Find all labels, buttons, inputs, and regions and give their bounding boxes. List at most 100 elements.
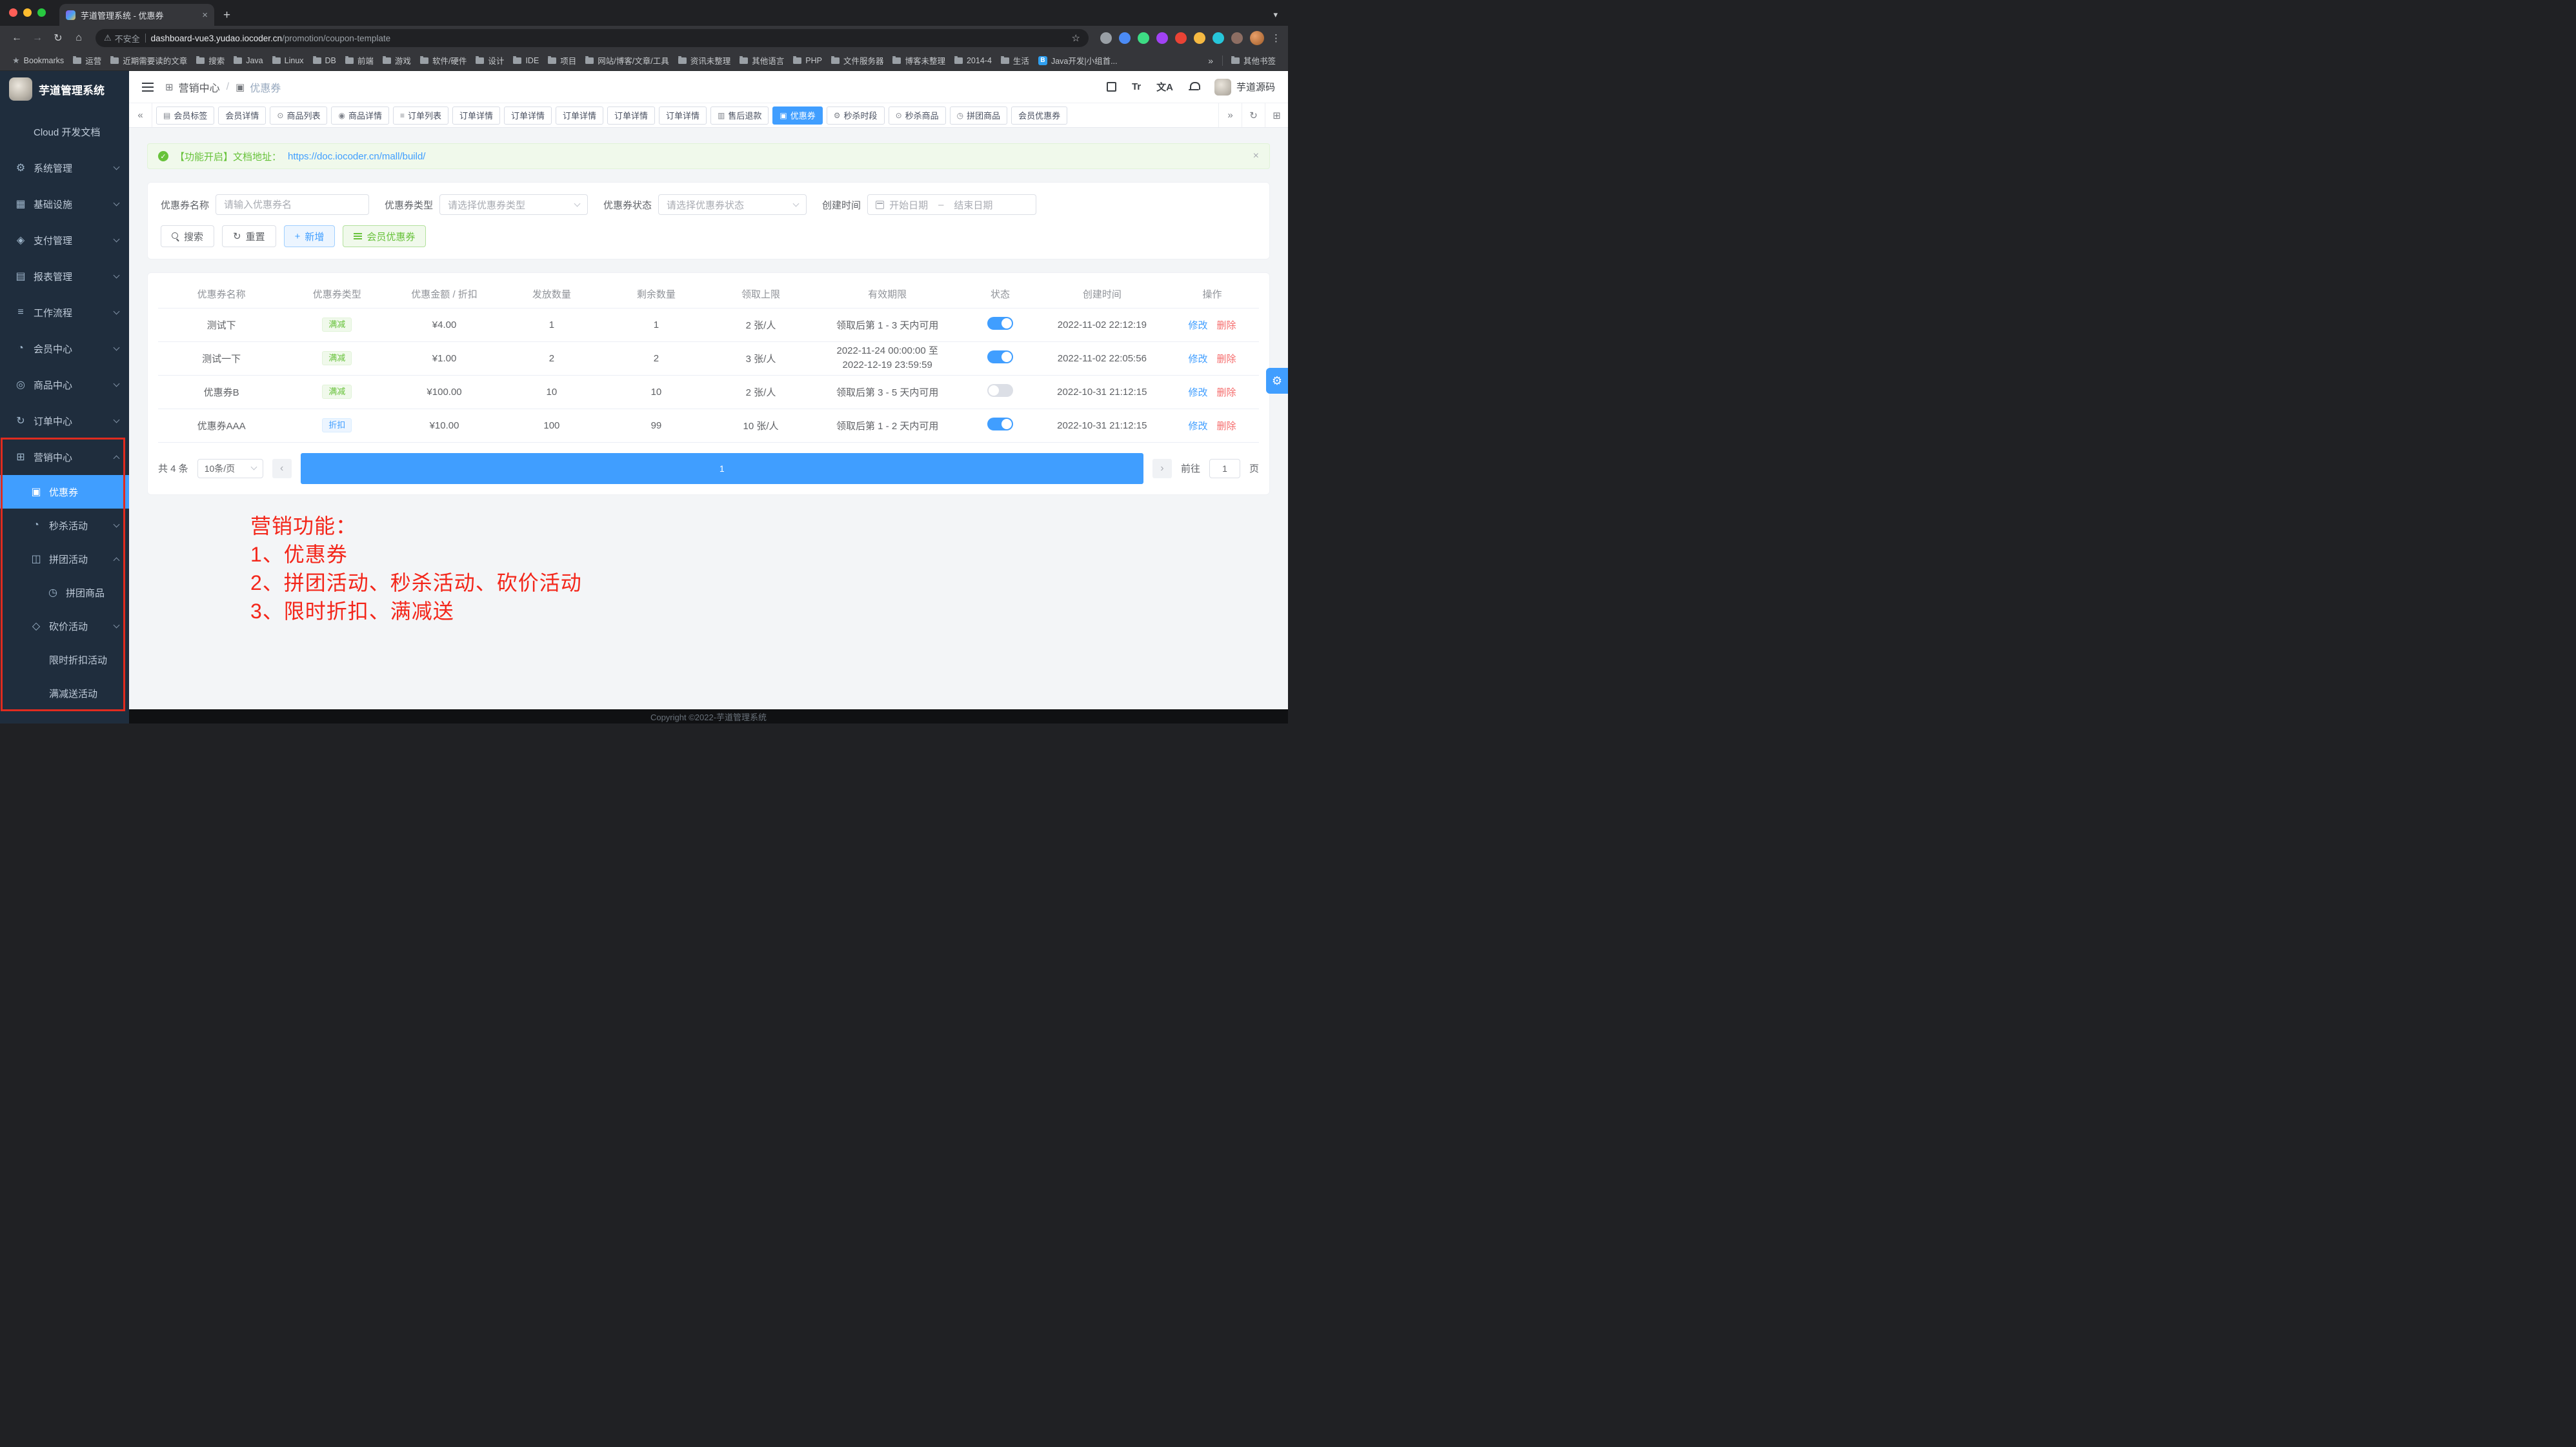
sidebar-item-groupon-product[interactable]: ◷ 拼团商品 (0, 576, 129, 609)
breadcrumb-parent[interactable]: 营销中心 (179, 79, 220, 95)
coupon-name-input[interactable] (216, 194, 369, 215)
sidebar-item-full-reduction[interactable]: 满减送活动 (0, 676, 129, 710)
fullscreen-icon[interactable] (1107, 82, 1116, 92)
settings-gear-button[interactable]: ⚙ (1266, 368, 1288, 394)
bookmark-folder[interactable]: 网站/博客/文章/工具 (581, 54, 673, 66)
url-text[interactable]: dashboard-vue3.yudao.iocoder.cn/promotio… (151, 34, 1067, 43)
status-toggle[interactable] (987, 350, 1013, 363)
delete-link[interactable]: 删除 (1216, 387, 1236, 398)
tag-view-item[interactable]: ⚙ 秒杀时段 (827, 106, 885, 125)
bookmark-folder[interactable]: 博客未整理 (888, 54, 950, 66)
tag-view-item[interactable]: ▣ 优惠券 (772, 106, 822, 125)
search-button[interactable]: 搜索 (161, 225, 214, 247)
tag-view-item[interactable]: 会员详情 (218, 106, 266, 125)
tag-view-item[interactable]: ▥ 售后退款 (710, 106, 769, 125)
tag-view-item[interactable]: 订单详情 (659, 106, 707, 125)
security-warning[interactable]: ⚠ 不安全 (104, 32, 140, 45)
goto-page-input[interactable] (1209, 459, 1240, 478)
extension-icon[interactable] (1194, 32, 1205, 44)
extension-icon[interactable] (1156, 32, 1168, 44)
bookmark-folder[interactable]: 搜索 (192, 54, 229, 66)
bookmark-folder[interactable]: 其他语言 (735, 54, 789, 66)
sidebar-item-time-discount[interactable]: 限时折扣活动 (0, 643, 129, 676)
extension-icon[interactable] (1175, 32, 1187, 44)
page-size-select[interactable]: 10条/页 (197, 459, 263, 478)
tab-search-icon[interactable]: ▾ (1273, 10, 1278, 20)
tag-view-item[interactable]: ≡ 订单列表 (393, 106, 448, 125)
tag-view-item[interactable]: 订单详情 (452, 106, 500, 125)
close-window-button[interactable] (9, 8, 17, 17)
tag-view-item[interactable]: ▤ 会员标签 (156, 106, 214, 125)
coupon-name-field[interactable] (224, 199, 361, 210)
notice-link[interactable]: https://doc.iocoder.cn/mall/build/ (288, 151, 425, 162)
tag-view-item[interactable]: ◉ 商品详情 (331, 106, 389, 125)
tags-scroll-left-icon[interactable]: « (129, 103, 152, 127)
delete-link[interactable]: 删除 (1216, 354, 1236, 365)
sidebar-item-order-center[interactable]: ↻ 订单中心 (0, 403, 129, 439)
sidebar-item-member-center[interactable]: ◔ 会员中心 (0, 330, 129, 367)
tags-scroll-right-icon[interactable]: » (1218, 103, 1242, 127)
status-toggle[interactable] (987, 317, 1013, 330)
bookmark-folder[interactable]: 设计 (471, 54, 508, 66)
language-icon[interactable]: 文A (1156, 80, 1173, 94)
other-bookmarks[interactable]: 其他书签 (1227, 54, 1280, 66)
browser-menu-icon[interactable]: ⋮ (1271, 32, 1280, 44)
profile-avatar[interactable] (1250, 31, 1264, 45)
tag-view-item[interactable]: ◷ 拼团商品 (950, 106, 1008, 125)
coupon-status-select[interactable]: 请选择优惠券状态 (658, 194, 807, 215)
hamburger-icon[interactable] (142, 83, 154, 92)
extension-icon[interactable] (1231, 32, 1243, 44)
bookmark-folder[interactable]: Java (229, 56, 267, 65)
close-tab-icon[interactable]: × (202, 10, 208, 21)
tag-view-item[interactable]: 订单详情 (607, 106, 655, 125)
sidebar-item-cloud-docs[interactable]: Cloud 开发文档 (0, 114, 129, 150)
edit-link[interactable]: 修改 (1188, 387, 1207, 398)
sidebar-item-payment[interactable]: ◈ 支付管理 (0, 222, 129, 258)
sidebar-item-marketing-center[interactable]: ⊞ 营销中心 (0, 439, 129, 475)
zoom-window-button[interactable] (37, 8, 46, 17)
bookmark-folder[interactable]: DB (308, 56, 341, 65)
sidebar-item-seckill[interactable]: ◔ 秒杀活动 (0, 509, 129, 542)
edit-link[interactable]: 修改 (1188, 354, 1207, 365)
sidebar-item-product-center[interactable]: ◎ 商品中心 (0, 367, 129, 403)
bookmark-folder[interactable]: 生活 (996, 54, 1034, 66)
bookmark-folder[interactable]: PHP (789, 56, 827, 65)
tag-view-item[interactable]: ⊙ 秒杀商品 (889, 106, 946, 125)
coupon-type-select[interactable]: 请选择优惠券类型 (439, 194, 588, 215)
tag-view-item[interactable]: 会员优惠券 (1011, 106, 1067, 125)
reload-button[interactable]: ↻ (49, 32, 67, 45)
sidebar-item-system[interactable]: ⚙ 系统管理 (0, 150, 129, 186)
user-menu[interactable]: 芋道源码 (1214, 79, 1275, 96)
prev-page-button[interactable]: ‹ (272, 459, 292, 478)
forward-button[interactable]: → (28, 32, 46, 44)
extension-icon[interactable] (1100, 32, 1112, 44)
next-page-button[interactable]: › (1152, 459, 1172, 478)
bookmark-folder[interactable]: 软件/硬件 (416, 54, 471, 66)
extension-icon[interactable] (1138, 32, 1149, 44)
member-coupon-button[interactable]: 会员优惠券 (343, 225, 426, 247)
bookmark-folder[interactable]: 项目 (543, 54, 581, 66)
bookmark-folder[interactable]: 资讯未整理 (674, 54, 736, 66)
minimize-window-button[interactable] (23, 8, 32, 17)
bookmark-folder[interactable]: 游戏 (378, 54, 416, 66)
delete-link[interactable]: 删除 (1216, 320, 1236, 331)
home-button[interactable]: ⌂ (70, 32, 88, 44)
status-toggle[interactable] (987, 384, 1013, 397)
font-size-icon[interactable]: Tr (1132, 81, 1141, 92)
add-button[interactable]: + 新增 (284, 225, 336, 247)
page-number-button[interactable]: 1 (301, 453, 1143, 484)
bookmarks-overflow-icon[interactable]: » (1203, 56, 1218, 66)
tags-refresh-icon[interactable]: ↻ (1242, 103, 1265, 127)
bookmark-link[interactable]: B Java开发|小组首... (1034, 54, 1122, 66)
delete-link[interactable]: 删除 (1216, 421, 1236, 432)
bookmark-folder[interactable]: 文件服务器 (827, 54, 889, 66)
bookmark-star-icon[interactable]: ☆ (1072, 32, 1080, 44)
tag-view-item[interactable]: 订单详情 (504, 106, 552, 125)
bookmark-folder[interactable]: IDE (508, 56, 543, 65)
edit-link[interactable]: 修改 (1188, 320, 1207, 331)
bookmark-folder[interactable]: 近期需要读的文章 (106, 54, 192, 66)
status-toggle[interactable] (987, 418, 1013, 430)
back-button[interactable]: ← (8, 32, 26, 44)
tag-view-item[interactable]: 订单详情 (556, 106, 603, 125)
bookmarks-manager[interactable]: ★ Bookmarks (8, 56, 68, 66)
